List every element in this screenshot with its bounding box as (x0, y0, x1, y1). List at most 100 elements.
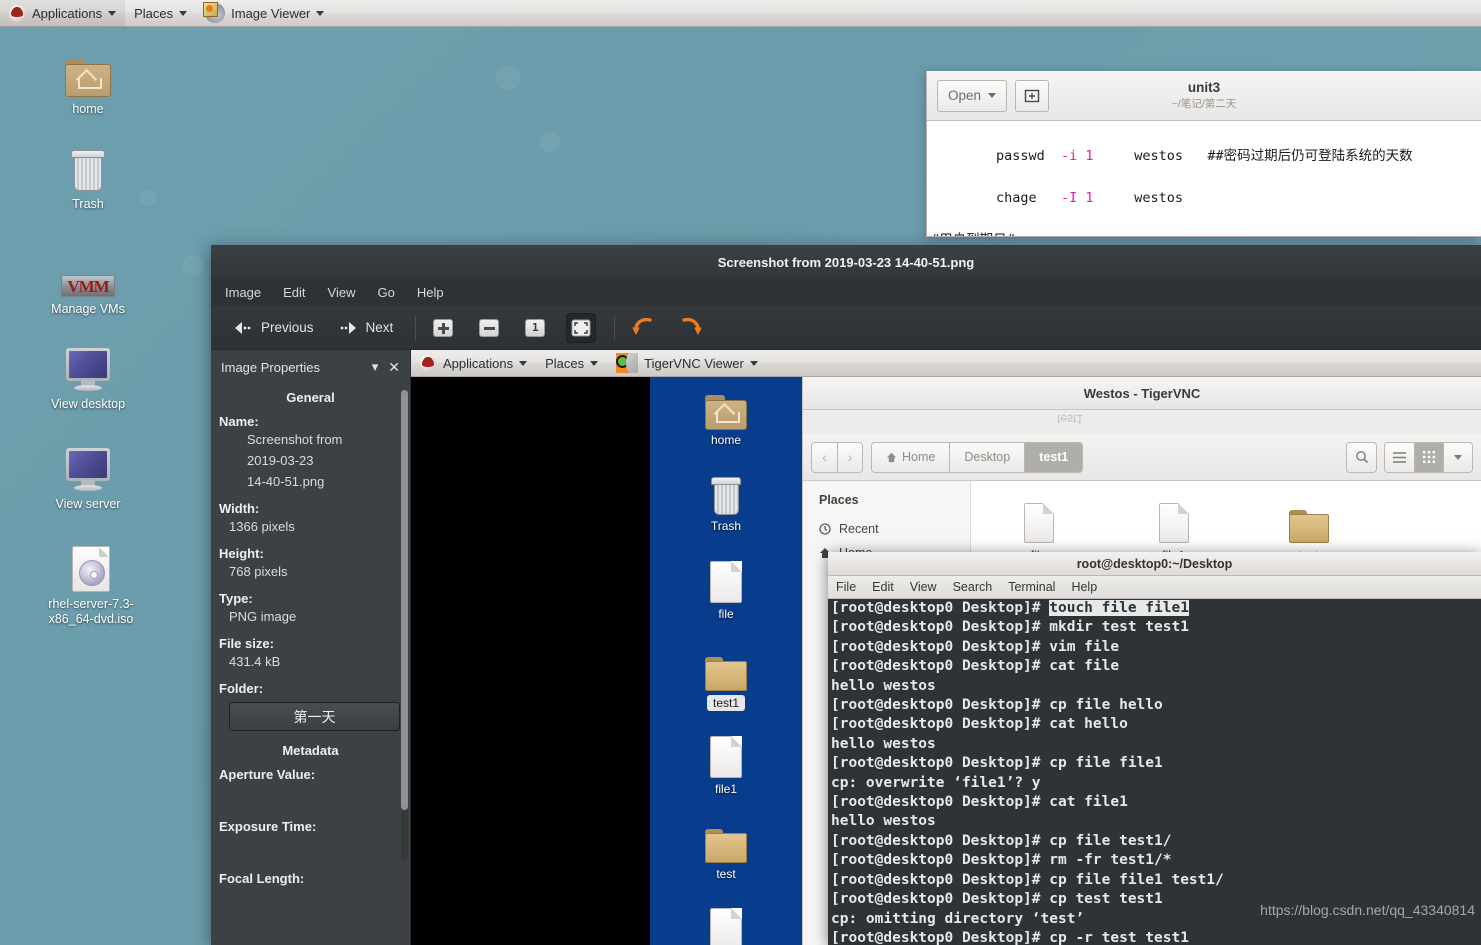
vnc-desktop-icon-trash[interactable]: Trash (650, 469, 802, 533)
exposure-value (211, 834, 410, 855)
terminal-command: cp file file1 test1/ (1049, 871, 1224, 888)
rotate-right-button[interactable] (673, 313, 707, 343)
desktop-icon-label: Manage VMs (51, 302, 125, 316)
file-icon (971, 495, 1106, 543)
vnc-desktop-icon-partial[interactable] (650, 904, 802, 945)
chevron-down-icon[interactable]: ▾ (372, 359, 379, 375)
redhat-logo-icon (420, 354, 437, 372)
terminal-menu-edit[interactable]: Edit (872, 580, 894, 594)
vnc-desktop-icon-test1[interactable]: test1 (650, 645, 802, 711)
editor-line: passwd -i 1 westos ##密码过期后仍可登陆系统的天数 (931, 148, 1413, 164)
terminal-menu-view[interactable]: View (910, 580, 937, 594)
terminal-menu-help[interactable]: Help (1071, 580, 1097, 594)
menu-view[interactable]: View (328, 285, 356, 300)
zoom-out-icon (479, 318, 500, 337)
inner-places-label: Places (545, 355, 585, 371)
decor-bubble (495, 65, 521, 91)
zoom-normal-button[interactable]: 1 (520, 313, 550, 343)
next-label: Next (365, 320, 394, 335)
inner-applications-menu[interactable]: Applications (411, 350, 536, 377)
active-app-menu[interactable]: Image Viewer (196, 0, 333, 27)
terminal-command: cp: omitting directory ‘test’ (831, 910, 1085, 927)
close-icon[interactable]: ✕ (384, 359, 400, 376)
places-menu[interactable]: Places (125, 0, 196, 27)
next-button[interactable]: Next (328, 316, 404, 339)
desktop-icon-view-desktop[interactable]: View desktop (29, 340, 147, 412)
menu-edit[interactable]: Edit (283, 285, 305, 300)
desktop-icon-trash[interactable]: Trash (29, 140, 147, 212)
terminal-command: mkdir test test1 (1049, 619, 1189, 636)
redhat-logo-icon (9, 4, 26, 22)
applications-menu[interactable]: Applications (0, 0, 126, 27)
folder-button[interactable]: 第一天 (229, 702, 400, 731)
terminal-line: [root@desktop0 Desktop]# vim file (831, 638, 1481, 657)
terminal-output[interactable]: [root@desktop0 Desktop]# touch file file… (828, 599, 1481, 945)
folder-icon (1241, 495, 1376, 543)
inner-places-menu[interactable]: Places (536, 350, 607, 377)
terminal-prompt: [root@desktop0 Desktop]# (831, 697, 1050, 714)
terminal-menu-search[interactable]: Search (953, 580, 993, 594)
breadcrumb-desktop[interactable]: Desktop (949, 442, 1025, 472)
view-toggle-group (1384, 441, 1473, 473)
vnc-desktop-icon-file1[interactable]: file1 (650, 732, 802, 796)
name-label: Name: (219, 414, 259, 429)
breadcrumb-test1[interactable]: test1 (1024, 442, 1083, 472)
desktop-icon-label: View server (55, 497, 121, 511)
nav-buttons: ‹ › (811, 441, 863, 473)
new-document-button[interactable] (1015, 79, 1050, 112)
terminal-line: [root@desktop0 Desktop]# cat hello (831, 715, 1481, 734)
toolbar-right-group (1346, 441, 1473, 473)
width-label: Width: (219, 501, 260, 516)
desktop-icon-manage-vms[interactable]: VMM Manage VMs (29, 245, 147, 317)
list-view-button[interactable] (1385, 442, 1414, 472)
open-button[interactable]: Open (937, 79, 1008, 112)
zoom-in-button[interactable] (428, 313, 458, 343)
breadcrumb-home[interactable]: Home (872, 442, 950, 472)
tigervnc-icon (616, 353, 639, 373)
chevron-down-icon (519, 360, 528, 366)
terminal-command: cp file test1/ (1049, 832, 1172, 849)
text-editor-content[interactable]: passwd -i 1 westos ##密码过期后仍可登陆系统的天数 chag… (927, 121, 1481, 236)
image-viewer-menubar: Image Edit View Go Help (211, 279, 1481, 306)
terminal-line: hello westos (831, 735, 1481, 754)
terminal-command: cp: overwrite ‘file1’? y (831, 774, 1041, 791)
vnc-icon-label: test1 (706, 695, 745, 711)
forward-button[interactable]: › (837, 442, 862, 472)
menu-image[interactable]: Image (225, 285, 261, 300)
rotate-left-button[interactable] (627, 313, 661, 343)
desktop-icon-view-server[interactable]: View server (29, 440, 147, 512)
terminal-menu-file[interactable]: File (836, 580, 856, 594)
file-icon (650, 557, 802, 603)
terminal-command: touch file file1 (1049, 600, 1189, 616)
desktop-icon-home[interactable]: home (29, 45, 147, 117)
exposure-label: Exposure Time: (219, 819, 317, 834)
chevron-down-icon (1454, 454, 1462, 460)
width-value: 1366 pixels (229, 519, 295, 534)
terminal-prompt: [root@desktop0 Desktop]# (831, 852, 1050, 869)
height-label: Height: (219, 546, 264, 561)
desktop-icon-rhel-iso[interactable]: rhel-server-7.3-x86_64-dvd.iso (29, 540, 153, 627)
back-button[interactable]: ‹ (812, 442, 837, 472)
menu-go[interactable]: Go (378, 285, 395, 300)
menu-help[interactable]: Help (417, 285, 444, 300)
grid-view-button[interactable] (1414, 442, 1443, 472)
inner-active-app-menu[interactable]: TigerVNC Viewer (607, 350, 767, 377)
vnc-desktop-icon-test[interactable]: test (650, 817, 802, 881)
places-item-recent[interactable]: Recent (803, 517, 970, 541)
terminal-line: [root@desktop0 Desktop]# cp file test1/ (831, 832, 1481, 851)
terminal-command: cp -r test test1 (1049, 929, 1189, 945)
terminal-prompt: [root@desktop0 Desktop]# (831, 638, 1050, 655)
zoom-out-button[interactable] (474, 313, 504, 343)
previous-button[interactable]: Previous (223, 316, 324, 339)
vnc-desktop-icon-home[interactable]: home (650, 383, 802, 447)
name-value-line: Screenshot from (247, 432, 343, 447)
terminal-menu-terminal[interactable]: Terminal (1008, 580, 1055, 594)
vnc-desktop-icon-file[interactable]: file (650, 557, 802, 621)
image-properties-header: Image Properties ▾ ✕ (211, 350, 410, 384)
terminal-line: hello westos (831, 812, 1481, 831)
aperture-value (211, 782, 410, 803)
view-options-button[interactable] (1443, 442, 1472, 472)
properties-scrollbar[interactable] (401, 390, 408, 860)
zoom-best-fit-button[interactable] (566, 312, 597, 343)
search-button[interactable] (1346, 441, 1377, 473)
